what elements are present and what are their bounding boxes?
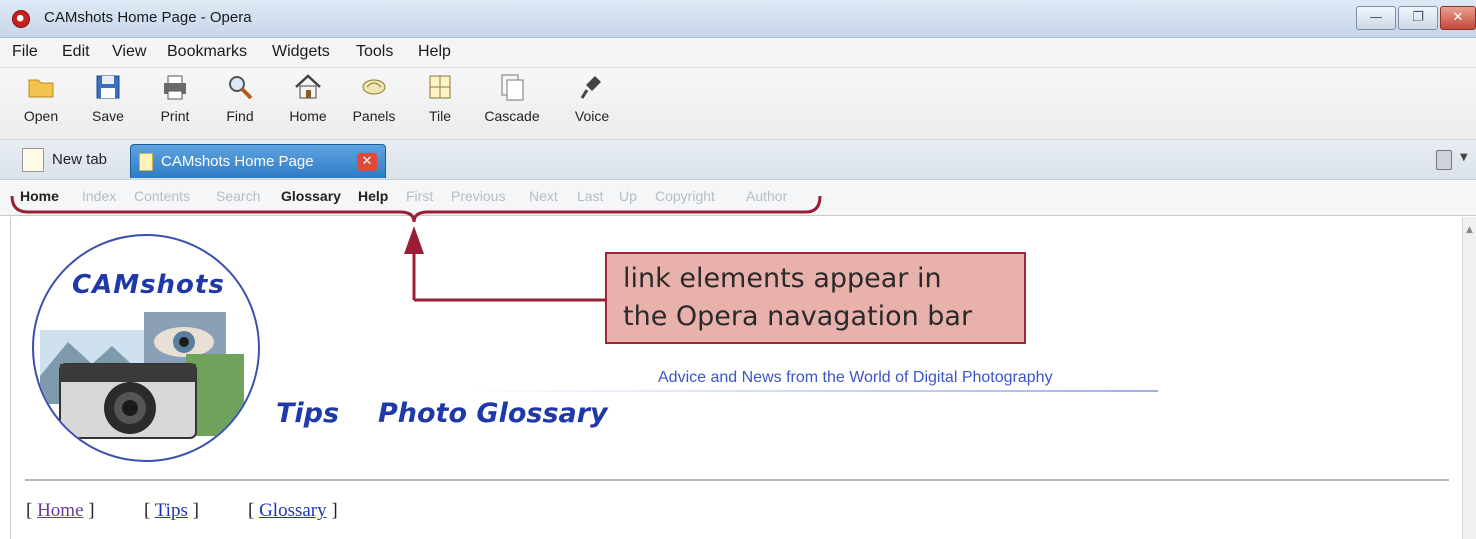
nav-up: Up <box>619 188 637 204</box>
print-label: Print <box>160 108 190 124</box>
open-button[interactable]: Open <box>16 72 66 124</box>
maximize-button[interactable]: ❐ <box>1398 6 1438 30</box>
menu-edit[interactable]: Edit <box>62 43 90 61</box>
menu-bookmarks[interactable]: Bookmarks <box>167 43 247 61</box>
menu-file[interactable]: File <box>12 43 38 61</box>
folder-icon <box>28 79 54 98</box>
camshots-logo <box>32 234 260 462</box>
menu-tools[interactable]: Tools <box>356 43 393 61</box>
nav-glossary[interactable]: Glossary <box>281 188 341 204</box>
new-tab-icon <box>22 148 44 172</box>
tile-icon <box>429 75 451 99</box>
tips-text-link[interactable]: Tips <box>155 500 188 521</box>
home-button[interactable]: Home <box>280 72 336 124</box>
minimize-button[interactable]: — <box>1356 6 1396 30</box>
floppy-disk-icon <box>96 75 120 99</box>
nav-previous: Previous <box>451 188 506 204</box>
window-title: CAMshots Home Page - Opera <box>44 9 252 26</box>
tile-label: Tile <box>428 108 452 124</box>
main-toolbar: Open Save Print Find Home Panels Tile Ca… <box>0 68 1476 140</box>
tab-camshots-home[interactable]: CAMshots Home Page ✕ <box>130 144 386 178</box>
nav-next: Next <box>529 188 558 204</box>
opera-navigation-bar: Home Index Contents Search Glossary Help… <box>0 180 1476 216</box>
cascade-icon <box>501 74 524 101</box>
home-label: Home <box>289 108 327 124</box>
annotation-callout: link elements appear in the Opera navaga… <box>605 252 1026 344</box>
panels-button[interactable]: Panels <box>346 72 402 124</box>
page-icon <box>139 153 153 171</box>
print-button[interactable]: Print <box>150 72 200 124</box>
new-tab-button[interactable]: New tab <box>18 146 126 174</box>
save-label: Save <box>92 108 124 124</box>
bottom-link-tips[interactable]: [ Tips ] <box>144 500 199 522</box>
cascade-button[interactable]: Cascade <box>476 72 548 124</box>
site-tagline: Advice and News from the World of Digita… <box>658 369 1053 386</box>
tagline-rule <box>468 390 1158 392</box>
menu-help[interactable]: Help <box>418 43 451 61</box>
nav-copyright: Copyright <box>655 188 715 204</box>
open-label: Open <box>23 108 59 124</box>
nav-index: Index <box>82 188 117 204</box>
voice-label: Voice <box>574 108 610 124</box>
nav-help[interactable]: Help <box>358 188 388 204</box>
nav-search: Search <box>216 188 261 204</box>
tips-link[interactable]: Tips <box>276 398 339 429</box>
home-text-link[interactable]: Home <box>37 500 83 521</box>
save-button[interactable]: Save <box>84 72 132 124</box>
nav-first: First <box>406 188 434 204</box>
nav-last: Last <box>577 188 604 204</box>
menu-view[interactable]: View <box>112 43 146 61</box>
find-label: Find <box>226 108 254 124</box>
close-window-button[interactable]: ✕ <box>1440 6 1476 30</box>
scroll-up-icon[interactable]: ▲ <box>1466 225 1473 235</box>
close-tab-icon[interactable]: ✕ <box>357 153 377 171</box>
bottom-link-home[interactable]: [ Home ] <box>26 500 95 522</box>
chevron-down-icon[interactable]: ▼ <box>1460 152 1468 163</box>
magnifier-icon <box>229 76 253 100</box>
photo-glossary-link[interactable]: Photo Glossary <box>378 398 608 429</box>
bottom-link-glossary[interactable]: [ Glossary ] <box>248 500 338 522</box>
cascade-label: Cascade <box>484 108 540 124</box>
logo-text: CAMshots <box>72 270 225 300</box>
find-button[interactable]: Find <box>216 72 264 124</box>
panels-label: Panels <box>352 108 396 124</box>
voice-button[interactable]: Voice <box>566 72 618 124</box>
new-tab-label: New tab <box>52 151 108 168</box>
opera-logo-icon <box>12 10 30 28</box>
menu-bar: File Edit View Bookmarks Widgets Tools H… <box>0 38 1476 68</box>
printer-icon <box>164 75 186 100</box>
callout-line-1: link elements appear in <box>623 263 942 294</box>
nav-home[interactable]: Home <box>20 188 59 204</box>
glossary-text-link[interactable]: Glossary <box>259 500 327 521</box>
house-icon <box>295 74 321 99</box>
tab-bar: New tab CAMshots Home Page ✕ ▼ <box>0 140 1476 180</box>
nav-contents: Contents <box>134 188 191 204</box>
panels-icon <box>362 79 386 95</box>
callout-line-2: the Opera navagation bar <box>623 301 973 332</box>
horizontal-divider <box>25 479 1449 481</box>
vertical-scrollbar[interactable]: ▲ <box>1462 217 1476 539</box>
nav-author: Author <box>746 188 788 204</box>
menu-widgets[interactable]: Widgets <box>272 43 330 61</box>
tile-button[interactable]: Tile <box>420 72 460 124</box>
tab-label: CAMshots Home Page <box>161 153 314 170</box>
microphone-icon <box>580 76 601 99</box>
trash-icon[interactable] <box>1436 150 1452 170</box>
window-titlebar: CAMshots Home Page - Opera — ❐ ✕ <box>0 0 1476 38</box>
